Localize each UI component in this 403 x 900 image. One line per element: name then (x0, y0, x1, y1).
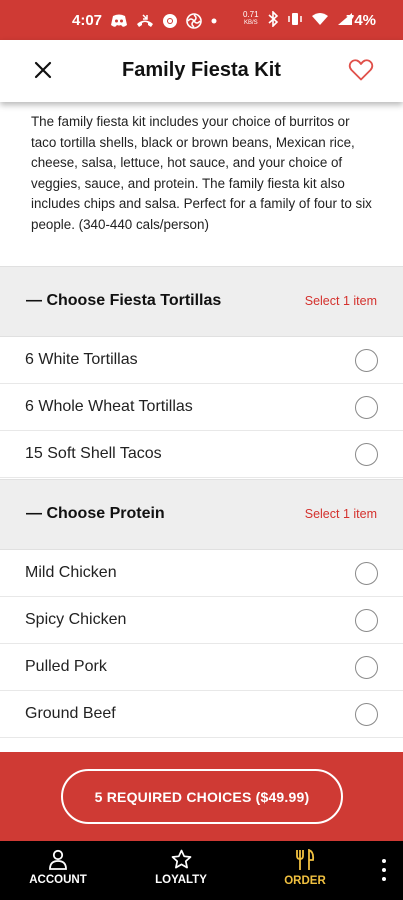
option-row[interactable]: Spicy Chicken (0, 597, 403, 644)
option-label: Mild Chicken (25, 564, 117, 581)
status-time: 4:07 (72, 12, 103, 29)
fork-knife-icon (296, 849, 315, 870)
discord-icon (111, 14, 127, 27)
radio-button[interactable] (355, 443, 378, 466)
radio-button[interactable] (355, 349, 378, 372)
radio-button[interactable] (355, 562, 378, 585)
pinwheel-icon (186, 13, 202, 29)
item-details-scroll[interactable]: The family fiesta kit includes your choi… (0, 102, 403, 752)
required-choices-button[interactable]: 5 REQUIRED CHOICES ($49.99) (61, 769, 343, 824)
heart-icon (348, 59, 374, 81)
star-icon (171, 849, 191, 869)
network-speed-unit: KB/S (243, 20, 258, 26)
option-row[interactable]: Ground Beef (0, 691, 403, 738)
more-dot (382, 877, 386, 881)
page-title: Family Fiesta Kit (122, 59, 281, 81)
nav-label: LOYALTY (155, 874, 207, 886)
wifi-icon (311, 13, 328, 25)
nav-item-order[interactable]: ORDER (255, 849, 355, 887)
app-header: Family Fiesta Kit (0, 40, 403, 102)
section-header-protein[interactable]: — Choose Protein Select 1 item (0, 479, 403, 550)
section-header-tortillas[interactable]: — Choose Fiesta Tortillas Select 1 item (0, 266, 403, 337)
network-speed: 0.71 KB/S (243, 11, 259, 27)
system-icons: 0.71 KB/S (243, 11, 353, 27)
call-forward-icon (137, 14, 153, 27)
option-label: 6 White Tortillas (25, 351, 138, 368)
bluetooth-icon (268, 11, 278, 27)
nav-label: ACCOUNT (29, 874, 87, 886)
nav-item-account[interactable]: ACCOUNT (8, 849, 108, 886)
battery-percentage: 74% (346, 12, 377, 29)
option-row[interactable]: Pulled Pork (0, 644, 403, 691)
nav-label: ORDER (284, 875, 326, 887)
person-icon (49, 849, 67, 870)
option-row[interactable]: 6 Whole Wheat Tortillas (0, 384, 403, 431)
option-label: Pulled Pork (25, 658, 107, 675)
nav-item-loyalty[interactable]: LOYALTY (131, 849, 231, 886)
dot-icon (211, 18, 217, 24)
cta-bar: 5 REQUIRED CHOICES ($49.99) (0, 752, 403, 841)
status-bar: 4:07 0.71 KB/S 74% (0, 0, 403, 40)
notification-icons (110, 13, 218, 29)
more-dot (382, 868, 386, 872)
bottom-navigation: ACCOUNT LOYALTY ORDER (0, 841, 403, 900)
more-options-button[interactable] (378, 859, 390, 881)
option-row[interactable]: Mild Chicken (0, 550, 403, 597)
radio-button[interactable] (355, 609, 378, 632)
section-title: — Choose Protein (26, 505, 165, 522)
section-requirement: Select 1 item (304, 294, 377, 308)
section-requirement: Select 1 item (304, 507, 377, 521)
more-dot (382, 859, 386, 863)
radio-button[interactable] (355, 703, 378, 726)
option-row[interactable]: 15 Soft Shell Tacos (0, 431, 403, 478)
option-label: 15 Soft Shell Tacos (25, 445, 162, 462)
option-label: 6 Whole Wheat Tortillas (25, 398, 193, 415)
favorite-button[interactable] (346, 56, 376, 84)
section-title: — Choose Fiesta Tortillas (26, 292, 222, 309)
chrome-icon (163, 14, 177, 28)
radio-button[interactable] (355, 656, 378, 679)
network-speed-value: 0.71 (243, 10, 259, 19)
option-label: Ground Beef (25, 705, 116, 722)
item-description: The family fiesta kit includes your choi… (31, 114, 372, 232)
option-label: Spicy Chicken (25, 611, 127, 628)
option-row[interactable]: 6 White Tortillas (0, 337, 403, 384)
radio-button[interactable] (355, 396, 378, 419)
vibrate-icon (287, 13, 302, 25)
